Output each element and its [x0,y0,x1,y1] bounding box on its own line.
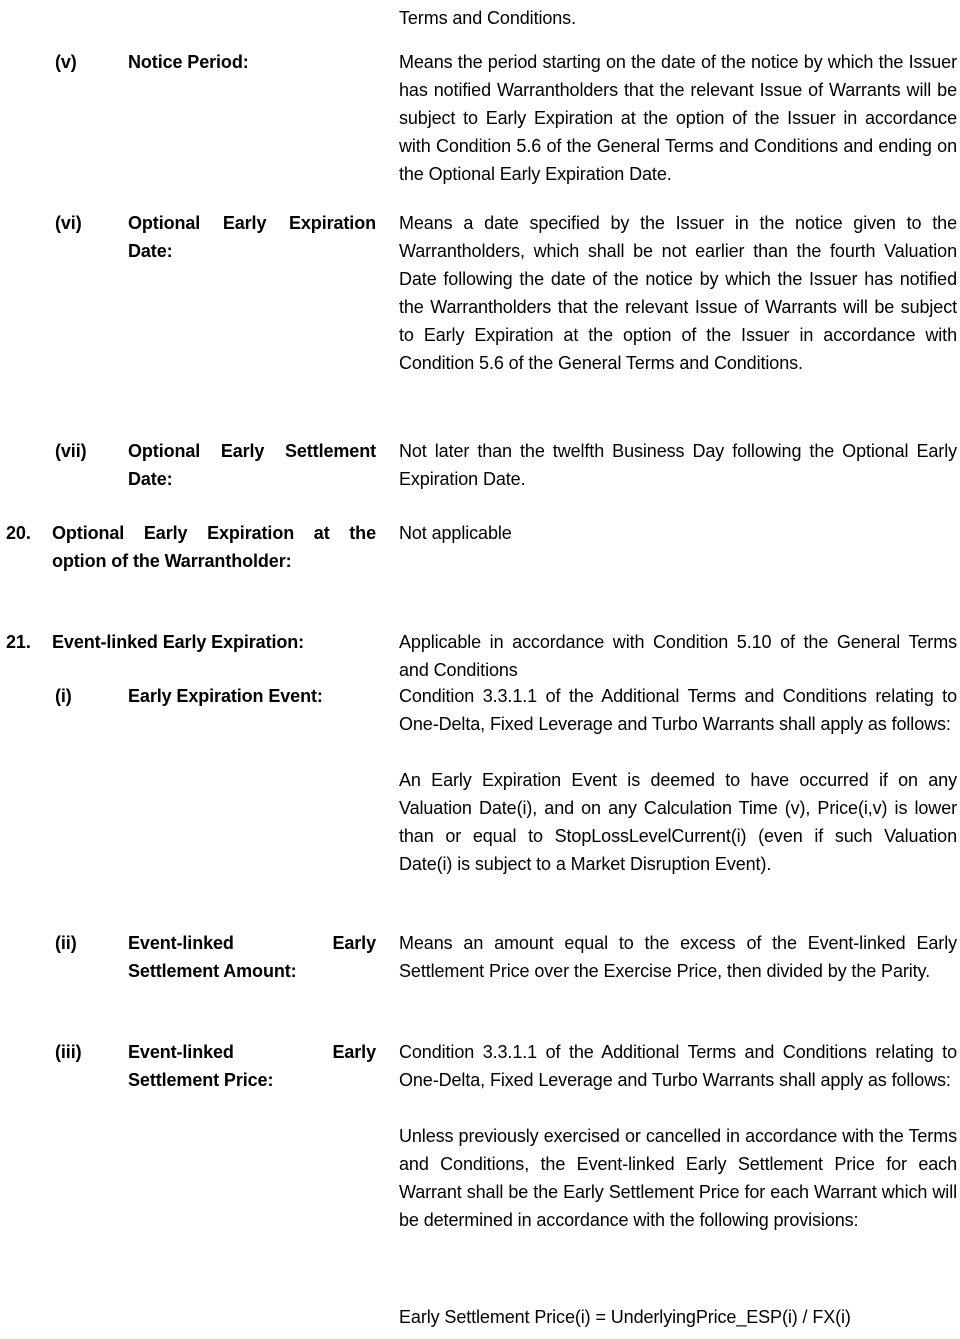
term-content: Means a date specified by the Issuer in … [399,209,957,377]
term-content: Condition 3.3.1.1 of the Additional Term… [399,1038,957,1234]
term-paragraph: Not later than the twelfth Business Day … [399,441,957,489]
term-label-line1: Event-linked Early Expiration: [52,632,305,652]
term-label-line2: Date: [128,469,173,489]
term-number: (v) [55,52,77,72]
term-label-line2: Settlement Amount: [128,961,297,981]
term-label: Notice Period: [128,48,376,76]
document-page: Terms and Conditions. (v) Notice Period:… [0,0,960,1339]
term-paragraph: Not applicable [399,523,512,543]
term-content: Means an amount equal to the excess of t… [399,929,957,985]
term-paragraph: An Early Expiration Event is deemed to h… [399,770,957,874]
term-label: Early Expiration Event: [128,682,376,710]
continuation-text: Terms and Conditions. [399,8,576,28]
term-content: Condition 3.3.1.1 of the Additional Term… [399,682,957,878]
term-number: (vi) [55,213,82,233]
early-settlement-price-formula: Early Settlement Price(i) = UnderlyingPr… [399,1307,851,1327]
term-paragraph: Unless previously exercised or cancelled… [399,1126,957,1230]
term-label-line1: Early Expiration Event: [128,686,323,706]
term-label-line1: Event-linked Early [128,933,376,953]
term-label: Optional Early Settlement Date: [128,437,376,493]
term-label-line1: Event-linked Early [128,1042,376,1062]
term-label-line2: option of the Warrantholder: [52,551,292,571]
term-label: Event-linked Early Settlement Price: [128,1038,376,1094]
term-number: (ii) [55,933,77,953]
term-label-line1: Optional Early Expiration at the [52,523,376,543]
term-label: Event-linked Early Settlement Amount: [128,929,376,985]
term-paragraph: Condition 3.3.1.1 of the Additional Term… [399,1042,957,1090]
term-number: 20. [6,523,31,543]
term-content: Not applicable [399,519,957,547]
term-number: 21. [6,632,31,652]
term-paragraph: Means the period starting on the date of… [399,52,957,184]
term-label: Event-linked Early Expiration: [52,628,376,656]
term-content: Not later than the twelfth Business Day … [399,437,957,493]
term-paragraph: Condition 3.3.1.1 of the Additional Term… [399,686,957,734]
term-paragraph: Means an amount equal to the excess of t… [399,933,957,981]
term-label-line1: Optional Early Settlement [128,441,376,461]
term-label-line1: Notice Period: [128,52,249,72]
term-content: Applicable in accordance with Condition … [399,628,957,684]
term-paragraph: Applicable in accordance with Condition … [399,632,957,680]
term-number: (iii) [55,1042,82,1062]
term-paragraph: Means a date specified by the Issuer in … [399,213,957,373]
term-label: Optional Early Expiration at the option … [52,519,376,575]
term-number: (i) [55,686,72,706]
term-number: (vii) [55,441,87,461]
term-label-line2: Settlement Price: [128,1070,274,1090]
term-label-line1: Optional Early Expiration [128,213,376,233]
term-label-line2: Date: [128,241,173,261]
term-label: Optional Early Expiration Date: [128,209,376,265]
term-content: Means the period starting on the date of… [399,48,957,188]
